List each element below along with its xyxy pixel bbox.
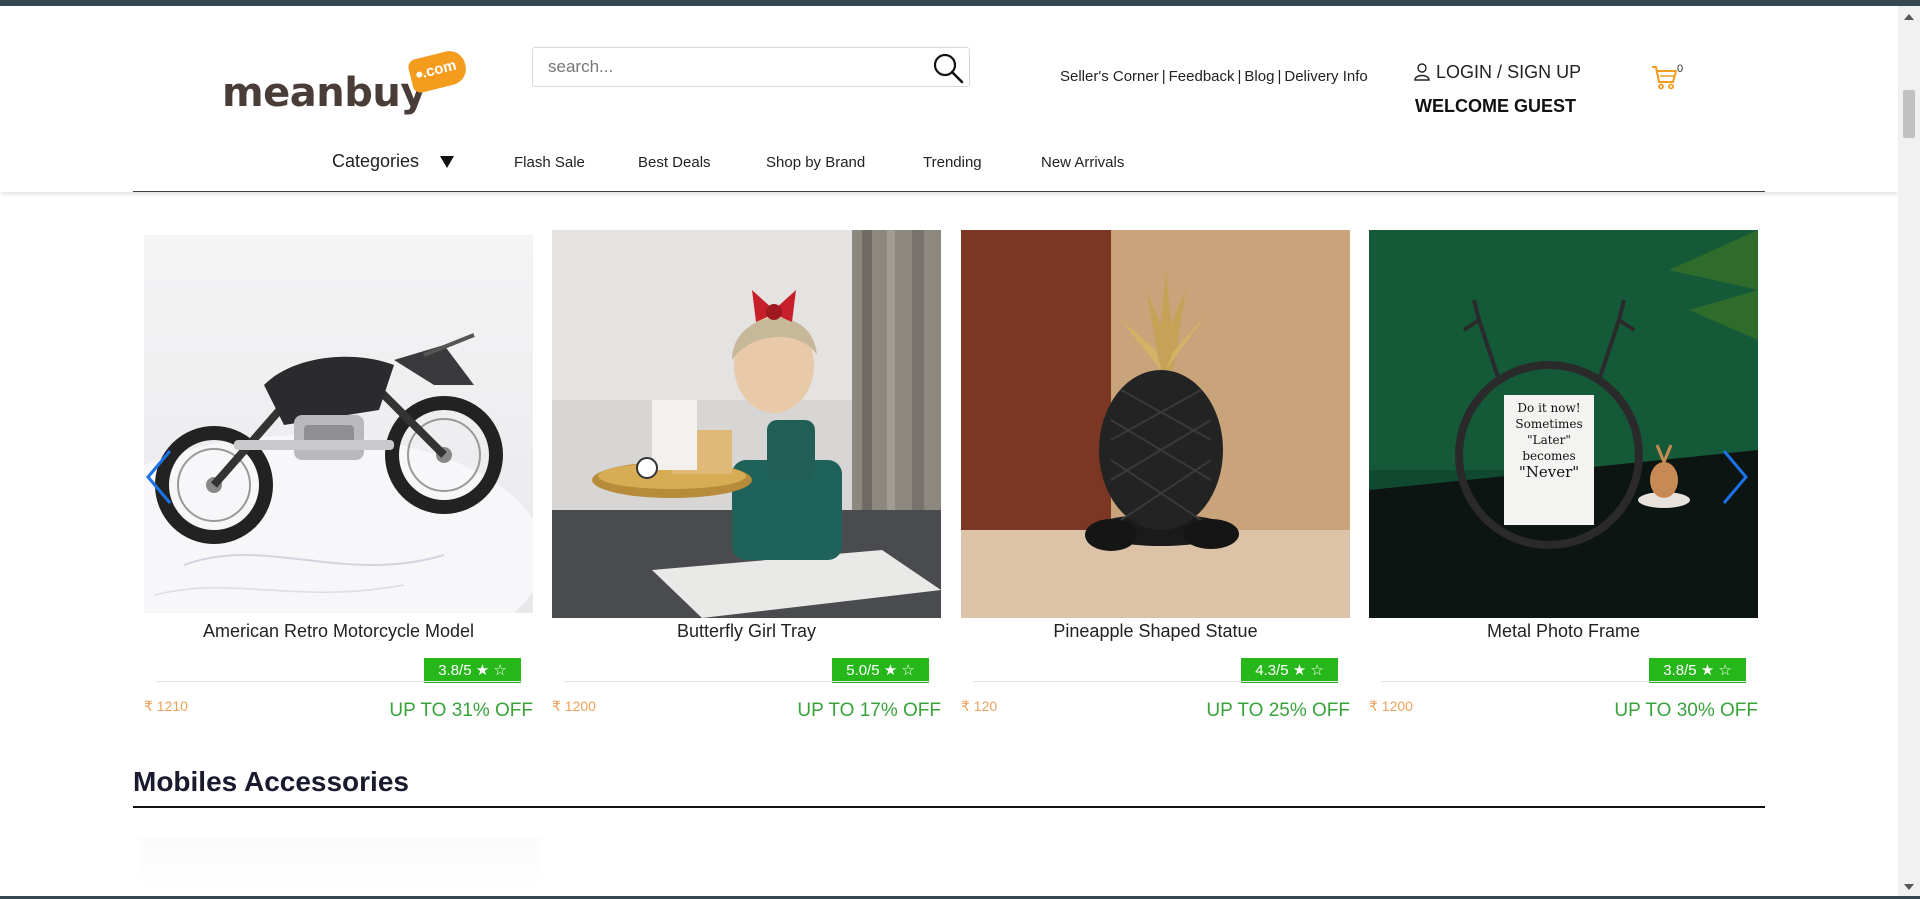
product-name[interactable]: Metal Photo Frame [1369, 621, 1758, 642]
note-line: becomes [1522, 449, 1576, 463]
blog-link[interactable]: Blog [1244, 68, 1274, 85]
discount-label: UP TO 25% OFF [1206, 700, 1350, 721]
logo-text: meanbuy [222, 70, 426, 116]
card-divider [1381, 681, 1747, 682]
user-icon [1414, 63, 1430, 81]
product-price: ₹ 1210 [144, 698, 188, 714]
nav-trending[interactable]: Trending [923, 154, 982, 171]
top-links: Seller's Corner | Feedback | Blog | Delivery I… [1060, 68, 1368, 85]
section-title: Mobiles Accessories [133, 766, 409, 797]
chevron-right-icon [1722, 450, 1748, 504]
product-card[interactable]: Do it now! Sometimes "Later" becomes "Ne… [1369, 220, 1758, 730]
scroll-up-icon[interactable] [1904, 14, 1914, 20]
product-image-pineapple-statue[interactable] [961, 230, 1350, 618]
nav-best-deals[interactable]: Best Deals [638, 154, 711, 171]
search-input[interactable] [534, 49, 914, 85]
link-separator: | [1277, 68, 1282, 85]
login-slash: / [1497, 62, 1503, 82]
header-divider [133, 191, 1765, 192]
logo-tag: .com [406, 47, 470, 95]
rating-badge: 3.8/5 ★ ☆ [1649, 658, 1746, 683]
product-name[interactable]: American Retro Motorcycle Model [144, 621, 533, 642]
card-divider [156, 681, 522, 682]
search-box [532, 47, 970, 87]
logo-tag-text: .com [420, 56, 459, 82]
note-line: Sometimes [1515, 417, 1583, 431]
product-price: ₹ 120 [961, 698, 998, 714]
carousel-next-button[interactable] [1720, 447, 1750, 507]
scroll-thumb[interactable] [1903, 90, 1915, 138]
search-icon [933, 53, 964, 84]
product-card[interactable]: Butterfly Girl Tray 5.0/5 ★ ☆ ₹ 1200 UP … [552, 220, 941, 730]
feedback-link[interactable]: Feedback [1169, 68, 1235, 85]
product-card[interactable]: Pineapple Shaped Statue 4.3/5 ★ ☆ ₹ 120 … [961, 220, 1350, 730]
note-line: "Later" [1527, 433, 1571, 447]
sellers-corner-link[interactable]: Seller's Corner [1060, 68, 1159, 85]
rating-badge: 4.3/5 ★ ☆ [1241, 658, 1338, 683]
card-divider [973, 681, 1339, 682]
search-button[interactable] [931, 52, 965, 84]
note-line: "Never" [1518, 463, 1580, 481]
section-content-placeholder [140, 838, 540, 888]
scroll-down-icon[interactable] [1904, 884, 1914, 890]
rating-badge: 3.8/5 ★ ☆ [424, 658, 521, 683]
product-image-metal-photo-frame[interactable]: Do it now! Sometimes "Later" becomes "Ne… [1369, 230, 1758, 618]
site-header: meanbuy .com Seller's Corner|Feedback|Bl… [0, 6, 1898, 192]
product-price: ₹ 1200 [552, 698, 596, 714]
page-scrollbar[interactable] [1898, 6, 1920, 896]
product-name[interactable]: Butterfly Girl Tray [552, 621, 941, 642]
link-separator: | [1161, 68, 1166, 85]
discount-label: UP TO 31% OFF [389, 700, 533, 721]
product-carousel: American Retro Motorcycle Model 3.8/5 ★ … [133, 220, 1765, 740]
meanbuy-logo[interactable]: meanbuy .com [222, 47, 472, 118]
cart-button[interactable]: 0 [1650, 63, 1690, 93]
product-image-motorcycle[interactable] [144, 235, 533, 623]
card-divider [564, 681, 930, 682]
main-nav: Categories Flash Sale Best Deals Shop by… [0, 146, 1898, 186]
link-separator: | [1237, 68, 1242, 85]
carousel-prev-button[interactable] [144, 447, 174, 507]
nav-new-arrivals[interactable]: New Arrivals [1041, 154, 1124, 171]
login-signup: LOGIN / SIGN UP [1414, 62, 1581, 83]
delivery-info-link[interactable]: Delivery Info [1284, 68, 1367, 85]
discount-label: UP TO 30% OFF [1614, 700, 1758, 721]
signup-link[interactable]: SIGN UP [1507, 62, 1581, 82]
welcome-text: WELCOME GUEST [1415, 96, 1576, 116]
nav-flash-sale[interactable]: Flash Sale [514, 154, 585, 171]
section-divider [133, 806, 1765, 808]
product-name[interactable]: Pineapple Shaped Statue [961, 621, 1350, 642]
discount-label: UP TO 17% OFF [797, 700, 941, 721]
product-image-butterfly-girl-tray[interactable] [552, 230, 941, 618]
product-price: ₹ 1200 [1369, 698, 1413, 714]
note-line: Do it now! [1517, 401, 1581, 415]
login-link[interactable]: LOGIN [1436, 62, 1492, 82]
nav-shop-by-brand[interactable]: Shop by Brand [766, 154, 865, 171]
categories-dropdown-icon[interactable] [440, 156, 454, 168]
cart-count: 0 [1677, 63, 1684, 75]
chevron-left-icon [146, 450, 172, 504]
product-card[interactable]: American Retro Motorcycle Model 3.8/5 ★ … [144, 220, 533, 730]
rating-badge: 5.0/5 ★ ☆ [832, 658, 929, 683]
cart-icon [1652, 66, 1677, 90]
categories-menu[interactable]: Categories [332, 151, 419, 172]
photo-frame-note: Do it now! Sometimes "Later" becomes "Ne… [1504, 400, 1594, 480]
